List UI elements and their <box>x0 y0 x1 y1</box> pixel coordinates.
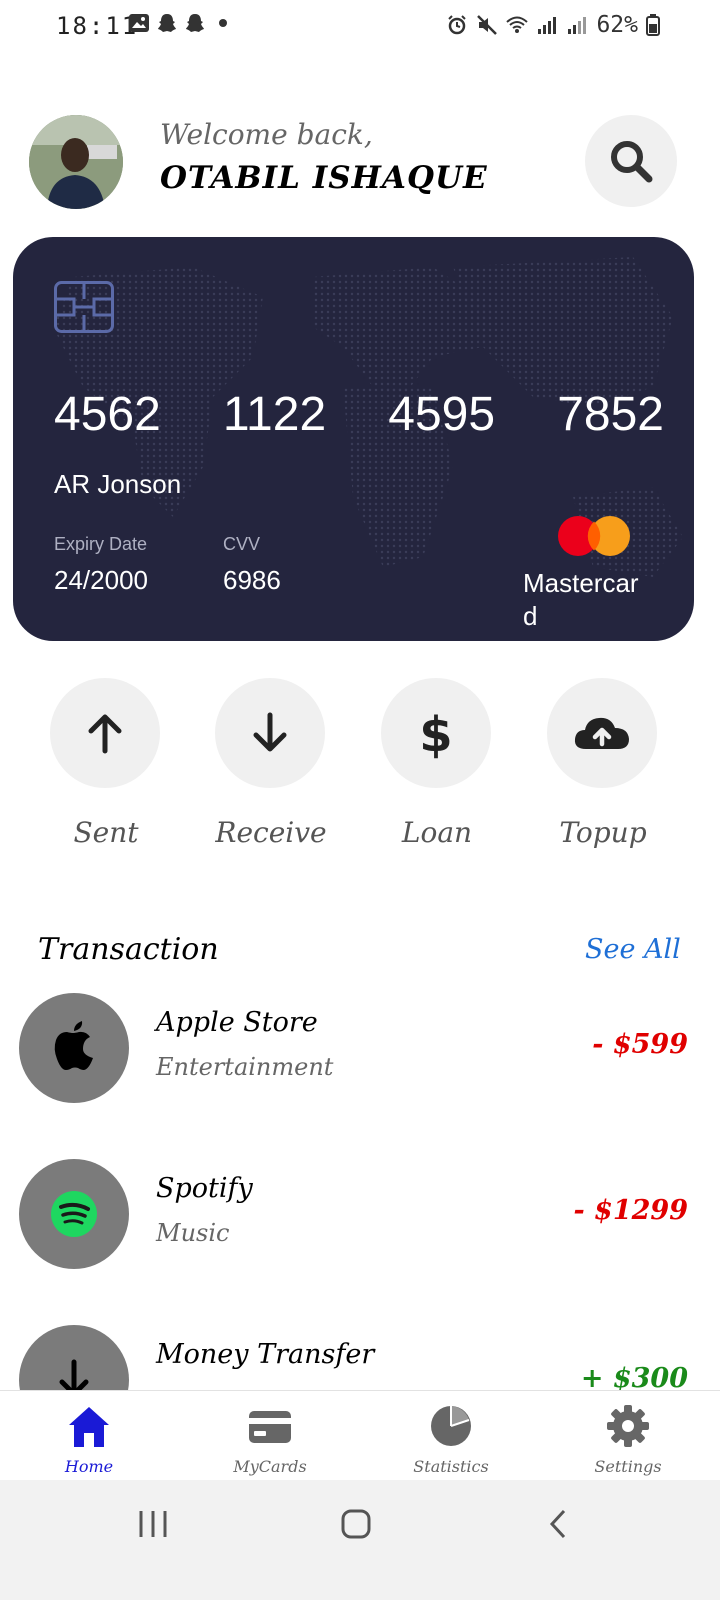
nav-settings[interactable]: Settings <box>568 1403 688 1476</box>
card-number: 4562 1122 4595 7852 <box>54 387 664 442</box>
cloud-upload-icon <box>574 717 629 749</box>
expiry-label: Expiry Date <box>54 534 148 554</box>
transaction-icon <box>19 993 129 1103</box>
topup-label: Topup <box>559 816 647 849</box>
mastercard-logo-icon <box>558 516 630 556</box>
wifi-icon <box>506 16 529 33</box>
loan-action[interactable]: $ Loan <box>381 678 493 849</box>
back-icon[interactable] <box>546 1508 570 1540</box>
avatar[interactable] <box>29 115 123 209</box>
transaction-name: Apple Store <box>156 1007 318 1038</box>
battery-icon <box>646 14 660 36</box>
recent-apps-icon[interactable] <box>136 1508 170 1540</box>
apple-icon <box>54 1021 93 1070</box>
profile-photo <box>29 115 123 209</box>
transaction-amount: - $599 <box>592 1029 688 1060</box>
expiry-value: 24/2000 <box>54 565 148 595</box>
status-time: 18:11 <box>56 12 139 40</box>
dollar-icon: $ <box>419 707 452 759</box>
system-navigation-bar <box>0 1480 720 1600</box>
see-all-link[interactable]: See All <box>585 934 681 965</box>
mute-icon <box>477 15 498 35</box>
nav-mycards-label: MyCards <box>233 1457 307 1476</box>
card-icon <box>249 1411 291 1443</box>
system-status: 62% <box>446 12 660 38</box>
status-bar: 18:11 62% <box>0 0 720 52</box>
bottom-navigation: Home MyCards Statistics Settings <box>0 1390 720 1481</box>
card-brand: Mastercard <box>523 568 639 631</box>
transaction-category: Entertainment <box>156 1053 334 1081</box>
spotify-icon <box>51 1191 97 1237</box>
transaction-name: Spotify <box>156 1173 253 1204</box>
transaction-name: Money Transfer <box>156 1339 375 1370</box>
gallery-icon <box>129 14 149 32</box>
search-button[interactable] <box>585 115 677 207</box>
chip-icon <box>54 281 114 333</box>
home-system-icon[interactable] <box>340 1508 372 1540</box>
nav-home[interactable]: Home <box>29 1403 149 1476</box>
sent-action[interactable]: Sent <box>50 678 162 849</box>
cvv-label: CVV <box>223 534 261 554</box>
nav-mycards[interactable]: MyCards <box>210 1403 330 1476</box>
transactions-heading: Transaction <box>38 932 219 967</box>
transaction-row[interactable]: Spotify Music - $1299 <box>0 1159 720 1271</box>
search-icon <box>611 141 653 183</box>
card-number-group: 4562 <box>54 388 161 441</box>
receive-action[interactable]: Receive <box>215 678 327 849</box>
svg-text:$: $ <box>419 707 452 759</box>
notification-icons <box>128 12 234 34</box>
transaction-icon <box>19 1159 129 1269</box>
transaction-row[interactable]: Apple Store Entertainment - $599 <box>0 993 720 1105</box>
home-icon <box>69 1407 109 1447</box>
snapchat-icon <box>158 14 176 32</box>
battery-level: 62% <box>596 12 638 38</box>
signal-icon-2 <box>568 17 587 34</box>
card-number-group: 7852 <box>557 388 664 441</box>
welcome-text: Welcome back, <box>160 118 373 151</box>
receive-button[interactable] <box>215 678 325 788</box>
loan-button[interactable]: $ <box>381 678 491 788</box>
card-number-group: 1122 <box>222 388 327 441</box>
cvv-value: 6986 <box>223 565 281 595</box>
pie-chart-icon <box>431 1406 471 1446</box>
nav-statistics-label: Statistics <box>413 1457 489 1476</box>
gear-icon <box>607 1405 649 1447</box>
dot-icon <box>219 19 227 27</box>
card-holder-name: AR Jonson <box>54 469 182 499</box>
signal-icon <box>538 17 557 34</box>
topup-button[interactable] <box>547 678 657 788</box>
alarm-icon <box>448 15 467 35</box>
username: OTABIL ISHAQUE <box>160 160 488 196</box>
sent-button[interactable] <box>50 678 160 788</box>
nav-settings-label: Settings <box>594 1457 662 1476</box>
transaction-category: Music <box>156 1219 230 1247</box>
topup-action[interactable]: Topup <box>547 678 659 849</box>
arrow-up-icon <box>88 714 122 754</box>
receive-label: Receive <box>215 816 327 849</box>
transaction-amount: - $1299 <box>573 1195 688 1226</box>
card-number-group: 4595 <box>388 388 496 441</box>
sent-label: Sent <box>73 816 139 849</box>
nav-home-label: Home <box>64 1457 114 1476</box>
nav-statistics[interactable]: Statistics <box>391 1403 511 1476</box>
loan-label: Loan <box>401 816 473 849</box>
credit-card[interactable]: 4562 1122 4595 7852 AR Jonson Expiry Dat… <box>13 237 694 641</box>
arrow-down-icon <box>253 712 287 752</box>
snapchat-icon-2 <box>186 14 204 32</box>
